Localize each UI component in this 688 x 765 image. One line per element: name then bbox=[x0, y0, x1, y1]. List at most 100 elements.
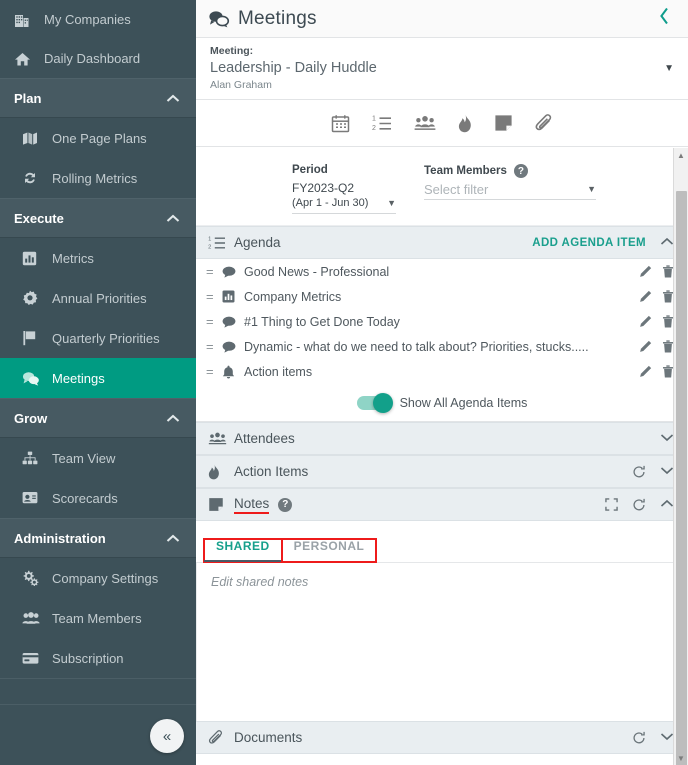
chat-icon bbox=[222, 316, 244, 328]
notes-title: Notes bbox=[234, 496, 270, 514]
calendar-icon[interactable] bbox=[331, 114, 350, 133]
sidebar-item-subscription[interactable]: Subscription bbox=[0, 638, 196, 678]
drag-handle-icon[interactable]: = bbox=[206, 314, 222, 329]
sidebar: My Companies Daily Dashboard Plan One Pa… bbox=[0, 0, 196, 765]
scroll-up-arrow[interactable]: ▲ bbox=[674, 148, 688, 162]
chevron-down-icon[interactable]: ▼ bbox=[587, 184, 596, 194]
sidebar-item-label: My Companies bbox=[44, 12, 131, 27]
sidebar-section-grow[interactable]: Grow bbox=[0, 398, 196, 438]
scrollbar-thumb[interactable] bbox=[676, 191, 687, 765]
attendees-section-header[interactable]: Attendees bbox=[196, 422, 688, 455]
add-agenda-item-button[interactable]: ADD AGENDA ITEM bbox=[532, 237, 646, 249]
tab-shared[interactable]: SHARED bbox=[203, 538, 283, 563]
table-row[interactable]: = Action items bbox=[196, 359, 688, 384]
documents-section-header[interactable]: Documents bbox=[196, 721, 688, 754]
sidebar-collapse-button[interactable]: « bbox=[150, 719, 184, 753]
page-header: Meetings bbox=[196, 0, 688, 38]
chevron-down-icon[interactable]: ▼ bbox=[387, 198, 396, 208]
agenda-item-label: Company Metrics bbox=[244, 289, 342, 304]
team-members-label: Team Members bbox=[424, 165, 507, 177]
meeting-label: Meeting: bbox=[210, 44, 254, 57]
sidebar-item-quarterly-priorities[interactable]: Quarterly Priorities bbox=[0, 318, 196, 358]
chevron-down-icon[interactable] bbox=[660, 466, 674, 478]
fullscreen-icon[interactable] bbox=[605, 498, 618, 511]
tab-personal[interactable]: PERSONAL bbox=[280, 538, 378, 563]
agenda-section-header[interactable]: 1 2 Agenda ADD AGENDA ITEM bbox=[196, 226, 688, 259]
drag-handle-icon[interactable]: = bbox=[206, 364, 222, 379]
team-members-placeholder: Select filter bbox=[424, 182, 489, 197]
refresh-icon[interactable] bbox=[632, 731, 646, 745]
edit-icon[interactable] bbox=[639, 365, 652, 378]
action-items-section-header[interactable]: Action Items bbox=[196, 455, 688, 488]
flame-icon[interactable] bbox=[458, 114, 472, 133]
sidebar-item-label: Rolling Metrics bbox=[52, 170, 138, 186]
table-row[interactable]: = Company Metrics bbox=[196, 284, 688, 309]
sidebar-item-metrics[interactable]: Metrics bbox=[0, 238, 196, 278]
scroll-down-arrow[interactable]: ▼ bbox=[674, 751, 688, 765]
paperclip-icon[interactable] bbox=[535, 113, 553, 133]
sidebar-section-label: Grow bbox=[14, 410, 48, 426]
question-icon[interactable]: ? bbox=[278, 497, 293, 512]
chevron-down-icon[interactable] bbox=[660, 433, 674, 445]
question-icon[interactable]: ? bbox=[513, 164, 528, 178]
chevron-down-icon[interactable] bbox=[660, 732, 674, 744]
sidebar-item-company-settings[interactable]: Company Settings bbox=[0, 558, 196, 598]
chevron-left-icon[interactable] bbox=[655, 7, 674, 30]
sidebar-item-scorecards[interactable]: Scorecards bbox=[0, 478, 196, 518]
sidebar-item-team-members[interactable]: Team Members bbox=[0, 598, 196, 638]
sidebar-section-label: Plan bbox=[14, 90, 42, 106]
chat-bubbles-icon bbox=[22, 371, 48, 386]
edit-icon[interactable] bbox=[639, 340, 652, 353]
note-icon bbox=[208, 497, 234, 512]
sidebar-section-label: Administration bbox=[14, 530, 106, 546]
sidebar-section-label: Execute bbox=[14, 210, 64, 226]
sidebar-item-daily-dashboard[interactable]: Daily Dashboard bbox=[0, 39, 196, 78]
edit-icon[interactable] bbox=[639, 290, 652, 303]
attendees-icon[interactable] bbox=[414, 114, 436, 132]
sidebar-section-execute[interactable]: Execute bbox=[0, 198, 196, 238]
agenda-item-label: Action items bbox=[244, 364, 313, 379]
drag-handle-icon[interactable]: = bbox=[206, 289, 222, 304]
sidebar-item-annual-priorities[interactable]: Annual Priorities bbox=[0, 278, 196, 318]
edit-icon[interactable] bbox=[639, 265, 652, 278]
svg-text:2: 2 bbox=[372, 125, 376, 132]
building-icon bbox=[14, 12, 40, 28]
filters-bar: Period FY2023-Q2 (Apr 1 - Jun 30) ▼ Team… bbox=[196, 148, 688, 226]
notes-section-header[interactable]: Notes ? bbox=[196, 488, 688, 521]
meeting-selector[interactable]: Meeting: Leadership - Daily Huddle Alan … bbox=[196, 38, 688, 100]
drag-handle-icon[interactable]: = bbox=[206, 339, 222, 354]
sidebar-section-plan[interactable]: Plan bbox=[0, 78, 196, 118]
chevron-up-icon[interactable] bbox=[660, 237, 674, 249]
content-scroll-area: Period FY2023-Q2 (Apr 1 - Jun 30) ▼ Team… bbox=[196, 148, 688, 765]
chat-bubbles-icon bbox=[208, 10, 230, 28]
edit-icon[interactable] bbox=[639, 315, 652, 328]
table-row[interactable]: = Dynamic - what do we need to talk abou… bbox=[196, 334, 688, 359]
sidebar-item-rolling-metrics[interactable]: Rolling Metrics bbox=[0, 158, 196, 198]
map-icon bbox=[22, 131, 48, 146]
table-row[interactable]: = Good News - Professional bbox=[196, 259, 688, 284]
notes-editor[interactable]: Edit shared notes bbox=[197, 563, 687, 721]
vertical-scrollbar[interactable]: ▲ ▼ bbox=[673, 148, 688, 765]
sidebar-item-one-page-plans[interactable]: One Page Plans bbox=[0, 118, 196, 158]
numbered-list-icon[interactable]: 1 2 bbox=[372, 114, 392, 133]
meeting-name: Leadership - Daily Huddle bbox=[210, 59, 377, 76]
refresh-icon[interactable] bbox=[632, 465, 646, 479]
note-icon[interactable] bbox=[494, 114, 513, 132]
sidebar-section-administration[interactable]: Administration bbox=[0, 518, 196, 558]
bar-chart-icon bbox=[222, 290, 244, 303]
sidebar-item-my-companies[interactable]: My Companies bbox=[0, 0, 196, 39]
sidebar-item-team-view[interactable]: Team View bbox=[0, 438, 196, 478]
chevron-up-icon[interactable] bbox=[660, 499, 674, 511]
credit-card-icon bbox=[22, 652, 48, 665]
sidebar-item-label: Meetings bbox=[52, 370, 105, 386]
refresh-icon[interactable] bbox=[632, 498, 646, 512]
show-all-agenda-items-row: Show All Agenda Items bbox=[196, 384, 688, 422]
team-members-filter[interactable]: Team Members ? Select filter ▼ bbox=[424, 164, 596, 213]
period-filter[interactable]: Period FY2023-Q2 (Apr 1 - Jun 30) ▼ bbox=[292, 164, 396, 215]
show-all-agenda-items-toggle[interactable] bbox=[356, 392, 393, 413]
table-row[interactable]: = #1 Thing to Get Done Today bbox=[196, 309, 688, 334]
period-value: FY2023-Q2 bbox=[292, 181, 355, 195]
drag-handle-icon[interactable]: = bbox=[206, 264, 222, 279]
sidebar-item-meetings[interactable]: Meetings bbox=[0, 358, 196, 398]
chevron-down-icon[interactable]: ▼ bbox=[664, 63, 674, 74]
